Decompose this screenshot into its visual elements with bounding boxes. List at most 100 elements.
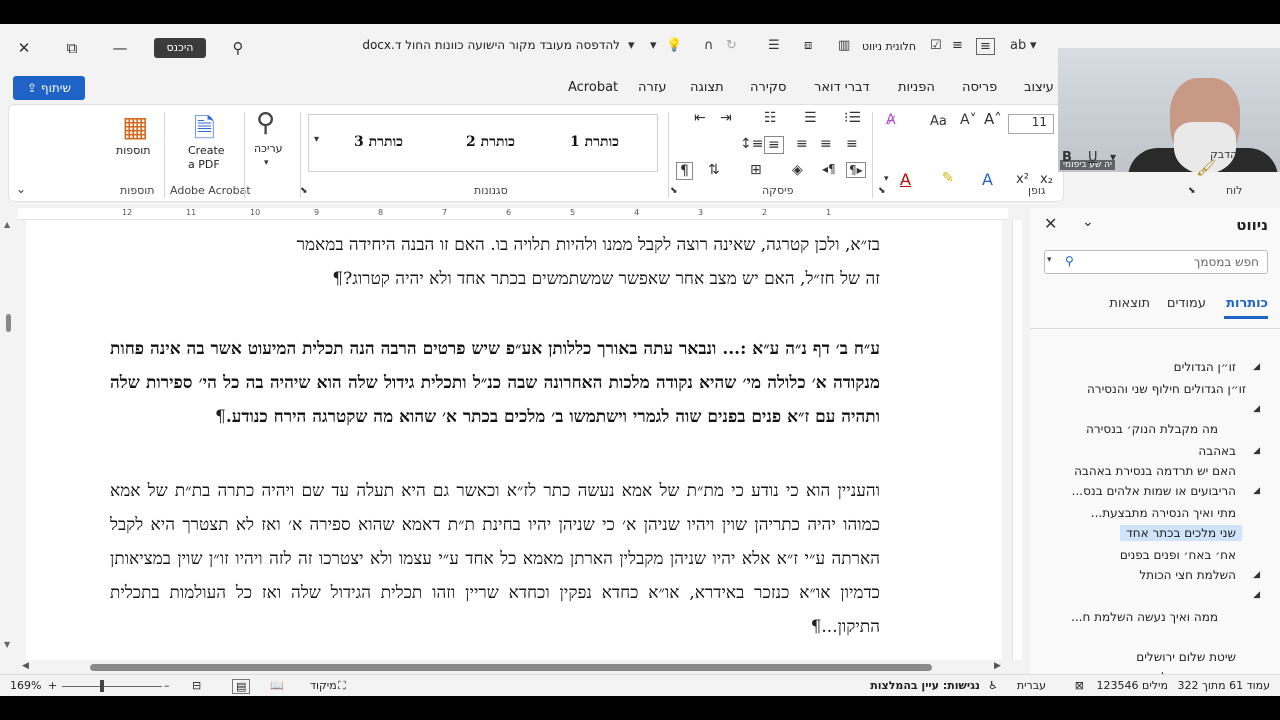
- list-icon[interactable]: ☰: [768, 38, 780, 53]
- nav-pane-icon[interactable]: ▥: [838, 38, 850, 53]
- search-icon[interactable]: ⚲: [1065, 254, 1074, 268]
- tab-review[interactable]: סקירה: [750, 80, 786, 95]
- styles-expand-icon[interactable]: ▾: [314, 134, 319, 145]
- qa-more-icon[interactable]: ▾: [1030, 38, 1037, 53]
- nav-search-input[interactable]: חפש במסמך ⚲ ▾: [1044, 250, 1268, 274]
- expand-triangle-icon[interactable]: ◢: [1253, 404, 1260, 414]
- line-spacing-icon[interactable]: ↕≡: [740, 136, 763, 152]
- web-layout-icon[interactable]: ⊟: [192, 679, 201, 692]
- underline-more-icon[interactable]: ▾: [1110, 150, 1116, 164]
- decrease-indent-icon[interactable]: ⇤: [694, 110, 706, 126]
- zoom-in-icon[interactable]: +: [48, 679, 57, 692]
- create-pdf-line1[interactable]: Create: [188, 144, 225, 157]
- addins-button[interactable]: תוספות: [116, 144, 150, 157]
- nav-heading-item[interactable]: ממה ואיך נעשה השלמת ח...: [1071, 610, 1218, 624]
- nav-heading-item[interactable]: מתי ואיך הנסירה מתבצעת...: [1091, 506, 1236, 520]
- font-color-icon[interactable]: A: [900, 170, 911, 189]
- chevron-down-icon[interactable]: ⌄: [1082, 214, 1094, 230]
- format-painter-icon[interactable]: 🖌: [1196, 158, 1216, 177]
- shading-icon[interactable]: ◈: [792, 162, 803, 178]
- accessibility-status[interactable]: נגישות: עיין בהמלצות: [870, 679, 980, 692]
- font-launcher-icon[interactable]: ⬊: [878, 186, 886, 196]
- grow-font-icon[interactable]: A˄: [984, 110, 1002, 128]
- numbering-icon[interactable]: ☰: [804, 110, 817, 126]
- borders-icon[interactable]: ⊞: [750, 162, 762, 178]
- bold-icon[interactable]: B: [1062, 150, 1072, 165]
- word-count[interactable]: 123546 מילים: [1097, 679, 1168, 692]
- expand-triangle-icon[interactable]: ◢: [1253, 446, 1260, 456]
- sort-icon[interactable]: ⇅: [708, 162, 720, 178]
- tab-mailings[interactable]: דברי דואר: [814, 80, 870, 95]
- share-button[interactable]: ⇪ שיתוף: [13, 76, 85, 100]
- paragraph-1-line-1[interactable]: בז״א, ולכן קטרגה, שאינה רוצה לקבל ממנו ו…: [110, 228, 880, 262]
- clear-format-icon[interactable]: A̷: [886, 112, 896, 128]
- print-layout-icon[interactable]: ▤: [232, 679, 251, 694]
- style-heading-1[interactable]: כותרת 1: [570, 134, 619, 151]
- clipboard-launcher-icon[interactable]: ⬊: [1188, 186, 1196, 196]
- tab-help[interactable]: עזרה: [638, 80, 666, 95]
- horizontal-scroll-thumb[interactable]: [90, 664, 932, 671]
- paragraph-1-line-2[interactable]: זה של חז״ל, האם יש מצב אחר שאפשר שמשתמשי…: [110, 262, 880, 296]
- nav-heading-item-selected[interactable]: שני מלכים בכתר אחד: [1120, 525, 1242, 541]
- nav-heading-item[interactable]: מה מקבלת הנוק׳ בנסירה: [1086, 422, 1218, 436]
- align-center-icon[interactable]: ≡: [796, 136, 808, 152]
- nav-heading-item[interactable]: האם יש תרדמה בנסירת באהבה: [1074, 464, 1236, 478]
- nav-heading-item[interactable]: באהבה: [1198, 444, 1236, 458]
- align-selected-icon[interactable]: ≡: [976, 38, 995, 55]
- nav-heading-item[interactable]: השלמת חצי הכותל: [1139, 568, 1236, 582]
- font-more-icon[interactable]: ▾: [884, 174, 889, 184]
- headphones-icon[interactable]: ∩: [704, 38, 714, 53]
- paragraph-2[interactable]: ע״ח ב׳ דף נ״ה ע״א :... ונבאר עתה באורך כ…: [110, 332, 880, 434]
- tab-references[interactable]: הפניות: [898, 80, 935, 95]
- tab-design[interactable]: עיצוב: [1024, 80, 1054, 95]
- expand-triangle-icon[interactable]: ◢: [1253, 590, 1260, 600]
- tab-results[interactable]: תוצאות: [1109, 296, 1150, 311]
- proofing-icon[interactable]: ⊠: [1075, 679, 1084, 692]
- rtl-icon[interactable]: ¶▸: [846, 162, 866, 178]
- superscript-icon[interactable]: x²: [1016, 172, 1029, 187]
- font-size-box[interactable]: 11: [1008, 114, 1054, 134]
- nav-heading-item[interactable]: זו״ן הגדולים: [1174, 360, 1236, 374]
- align-right-icon[interactable]: ≡: [764, 136, 784, 154]
- text-effects-icon[interactable]: A: [982, 170, 993, 189]
- edit-button[interactable]: עריכה: [254, 142, 283, 155]
- nav-heading-item[interactable]: אח׳ באח׳ ופנים בפנים: [1120, 548, 1236, 562]
- search-icon[interactable]: ⚲: [226, 36, 250, 60]
- qa-chevron-icon[interactable]: ▾: [650, 38, 657, 53]
- document-page[interactable]: בז״א, ולכן קטרגה, שאינה רוצה לקבל ממנו ו…: [26, 220, 1002, 660]
- language-indicator[interactable]: עברית: [1017, 679, 1046, 692]
- multilevel-list-icon[interactable]: ☷: [764, 110, 777, 126]
- document-title[interactable]: להדפסה מעובד מקור הישועה כוונות החול ד.d…: [320, 38, 620, 52]
- paragraph-3[interactable]: והעניין הוא כי נודע כי מת״ת של אמא נעשה …: [110, 474, 880, 644]
- lightbulb-icon[interactable]: 💡: [666, 38, 682, 53]
- left-scroll-thumb[interactable]: [6, 314, 11, 332]
- align-icon[interactable]: ≡: [952, 38, 963, 53]
- paragraph-launcher-icon[interactable]: ⬊: [670, 186, 678, 196]
- layout-icon[interactable]: ⧈: [804, 38, 812, 53]
- style-heading-2[interactable]: כותרת 2: [466, 134, 515, 151]
- nav-pane-toggle-label[interactable]: חלונית ניווט: [862, 40, 916, 53]
- tab-pages[interactable]: עמודים: [1167, 296, 1206, 311]
- justify-icon[interactable]: ≡: [846, 136, 858, 152]
- focus-icon[interactable]: ⛶: [338, 679, 346, 693]
- bullets-icon[interactable]: ⁝☰: [844, 110, 861, 126]
- qa-dropdown-icon[interactable]: ▾: [628, 38, 635, 53]
- style-heading-3[interactable]: כותרת 3: [354, 134, 403, 151]
- increase-indent-icon[interactable]: ⇥: [720, 110, 732, 126]
- tab-layout[interactable]: פריסה: [962, 80, 997, 95]
- font-style-icon[interactable]: ab: [1010, 38, 1026, 53]
- redo-icon[interactable]: ↻: [726, 38, 737, 53]
- zoom-slider[interactable]: [62, 686, 162, 687]
- nav-heading-item[interactable]: זו״ן הגדולים חילוף שני והנסירה: [1087, 382, 1246, 396]
- show-marks-icon[interactable]: ¶: [676, 162, 693, 180]
- collapse-ribbon-icon[interactable]: ⌄: [16, 182, 26, 196]
- tab-headings[interactable]: כותרות: [1226, 296, 1268, 311]
- create-pdf-line2[interactable]: a PDF: [188, 158, 220, 171]
- expand-triangle-icon[interactable]: ◢: [1253, 486, 1260, 496]
- tab-acrobat[interactable]: Acrobat: [568, 80, 618, 95]
- close-window-button[interactable]: ✕: [12, 36, 36, 60]
- focus-mode-button[interactable]: מיקוד: [310, 679, 337, 692]
- nav-heading-item[interactable]: שיטת שלום ירושלים: [1136, 650, 1236, 664]
- nav-heading-item[interactable]: הריבועים או שמות אלהים בנס...: [1072, 484, 1236, 498]
- underline-icon[interactable]: U: [1088, 150, 1098, 165]
